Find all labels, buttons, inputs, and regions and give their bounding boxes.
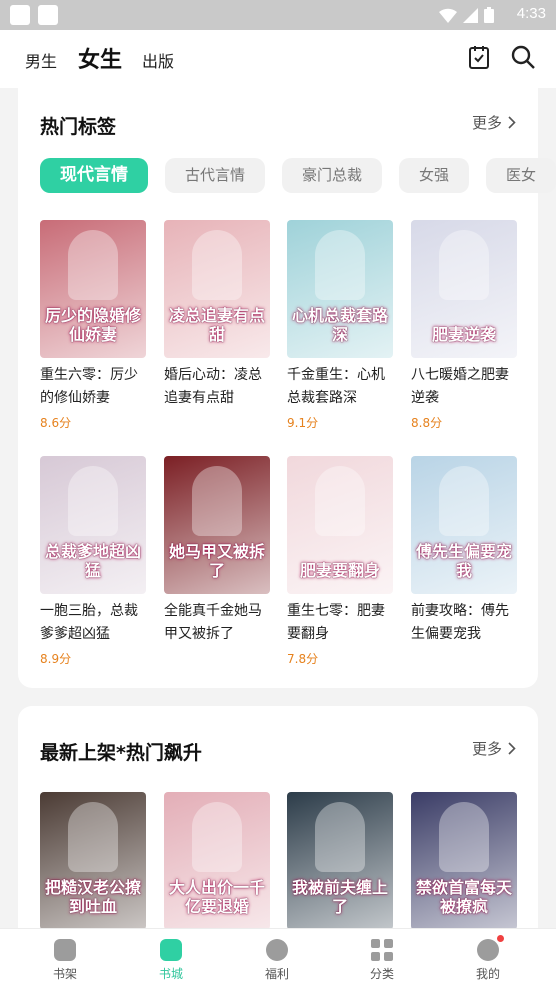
status-bar: 4:33 xyxy=(0,0,556,30)
signal-icon xyxy=(463,7,478,23)
top-header: 男生 女生 出版 xyxy=(0,30,556,88)
book-card[interactable]: 傅先生偏要宠我 前妻攻略：傅先生偏要宠我 xyxy=(411,456,517,650)
book-title[interactable]: 婚后心动：凌总追妻有点甜 xyxy=(164,364,270,410)
hot-tags-section: 热门标签 更多 现代言情 古代言情 豪门总裁 女强 医女 厉少的隐婚修仙娇妻 重… xyxy=(18,88,556,688)
tab-male[interactable]: 男生 xyxy=(25,48,57,72)
tag-modern-romance[interactable]: 现代言情 xyxy=(40,158,148,193)
clock: 4:33 xyxy=(516,5,546,22)
book-score: 8.9分 xyxy=(40,652,72,666)
book-cover[interactable]: 凌总追妻有点甜 xyxy=(164,220,270,358)
nav-category[interactable]: 分类 xyxy=(347,937,417,982)
notification-dot xyxy=(497,935,504,942)
book-cover[interactable]: 禁欲首富每天被撩疯 xyxy=(411,792,517,930)
tab-female[interactable]: 女生 xyxy=(75,42,125,76)
notification-icon xyxy=(10,5,30,25)
more-label: 更多 xyxy=(471,740,502,758)
tag-medical-girl[interactable]: 医女 xyxy=(486,158,556,193)
welfare-icon xyxy=(266,939,288,961)
book-cover[interactable]: 肥妻要翻身 xyxy=(287,456,393,594)
nav-label: 书架 xyxy=(52,967,77,981)
book-score: 8.8分 xyxy=(411,416,443,430)
book-title[interactable]: 八七暖婚之肥妻逆袭 xyxy=(411,364,517,410)
book-card[interactable]: 把糙汉老公撩到吐血 xyxy=(40,792,146,930)
book-title[interactable]: 全能真千金她马甲又被拆了 xyxy=(164,600,270,646)
nav-bookshelf[interactable]: 书架 xyxy=(30,937,100,982)
book-title[interactable]: 前妻攻略：傅先生偏要宠我 xyxy=(411,600,517,646)
section-title: 最新上架*热门飙升 xyxy=(40,742,202,764)
section-title: 热门标签 xyxy=(40,116,117,138)
book-title[interactable]: 一胞三胎，总裁爹爹超凶猛 xyxy=(40,600,146,646)
book-card[interactable]: 肥妻逆袭 八七暖婚之肥妻逆袭 8.8分 xyxy=(411,220,517,431)
book-card[interactable]: 厉少的隐婚修仙娇妻 重生六零：厉少的修仙娇妻 8.6分 xyxy=(40,220,146,431)
book-card[interactable]: 禁欲首富每天被撩疯 xyxy=(411,792,517,930)
book-card[interactable]: 凌总追妻有点甜 婚后心动：凌总追妻有点甜 xyxy=(164,220,270,414)
book-card[interactable]: 大人出价一千亿要退婚 xyxy=(164,792,270,930)
new-hot-section: 最新上架*热门飙升 更多 把糙汉老公撩到吐血 大人出价一千亿要退婚 我被前夫缠上… xyxy=(18,706,538,946)
book-cover[interactable]: 我被前夫缠上了 xyxy=(287,792,393,930)
book-cover[interactable]: 心机总裁套路深 xyxy=(287,220,393,358)
nav-label: 我的 xyxy=(475,967,500,981)
book-card[interactable]: 肥妻要翻身 重生七零：肥妻要翻身 7.8分 xyxy=(287,456,393,667)
tag-ancient-romance[interactable]: 古代言情 xyxy=(165,158,266,193)
book-score: 8.6分 xyxy=(40,416,72,430)
tag-rich-ceo[interactable]: 豪门总裁 xyxy=(282,158,383,193)
book-cover[interactable]: 总裁爹地超凶猛 xyxy=(40,456,146,594)
book-card[interactable]: 她马甲又被拆了 全能真千金她马甲又被拆了 xyxy=(164,456,270,650)
wifi-icon xyxy=(439,8,457,23)
book-score: 7.8分 xyxy=(287,652,319,666)
status-icons xyxy=(439,7,494,23)
book-cover[interactable]: 大人出价一千亿要退婚 xyxy=(164,792,270,930)
tag-list: 现代言情 古代言情 豪门总裁 女强 医女 xyxy=(40,158,556,193)
book-title[interactable]: 重生六零：厉少的修仙娇妻 xyxy=(40,364,146,410)
chevron-right-icon xyxy=(508,116,516,129)
nav-label: 书城 xyxy=(158,967,183,981)
nav-welfare[interactable]: 福利 xyxy=(242,937,312,982)
nav-profile[interactable]: 我的 xyxy=(453,935,523,982)
book-cover[interactable]: 肥妻逆袭 xyxy=(411,220,517,358)
tag-strong-female[interactable]: 女强 xyxy=(399,158,470,193)
nav-label: 分类 xyxy=(369,967,394,981)
nav-label: 福利 xyxy=(264,967,289,981)
bookstore-icon xyxy=(160,939,182,961)
book-title[interactable]: 重生七零：肥妻要翻身 xyxy=(287,600,393,646)
nav-bookstore[interactable]: 书城 xyxy=(136,937,206,982)
battery-icon xyxy=(484,7,494,23)
profile-icon xyxy=(477,935,504,961)
book-card[interactable]: 我被前夫缠上了 xyxy=(287,792,393,930)
more-link[interactable]: 更多 xyxy=(472,112,516,133)
more-link[interactable]: 更多 xyxy=(472,738,516,759)
book-card[interactable]: 总裁爹地超凶猛 一胞三胎，总裁爹爹超凶猛 8.9分 xyxy=(40,456,146,667)
category-icon xyxy=(371,939,393,961)
book-cover[interactable]: 傅先生偏要宠我 xyxy=(411,456,517,594)
more-label: 更多 xyxy=(471,114,502,132)
book-card[interactable]: 心机总裁套路深 千金重生：心机总裁套路深 9.1分 xyxy=(287,220,393,431)
bottom-nav: 书架 书城 福利 分类 我的 xyxy=(0,928,556,990)
bookshelf-icon xyxy=(54,939,76,961)
book-score: 9.1分 xyxy=(287,416,319,430)
tab-publish[interactable]: 出版 xyxy=(142,48,174,72)
book-title[interactable]: 千金重生：心机总裁套路深 xyxy=(287,364,393,410)
search-icon[interactable] xyxy=(510,44,536,70)
chevron-right-icon xyxy=(508,742,516,755)
book-cover[interactable]: 厉少的隐婚修仙娇妻 xyxy=(40,220,146,358)
calendar-check-icon[interactable] xyxy=(466,44,492,70)
notification-icon xyxy=(38,5,58,25)
book-cover[interactable]: 她马甲又被拆了 xyxy=(164,456,270,594)
book-cover[interactable]: 把糙汉老公撩到吐血 xyxy=(40,792,146,930)
